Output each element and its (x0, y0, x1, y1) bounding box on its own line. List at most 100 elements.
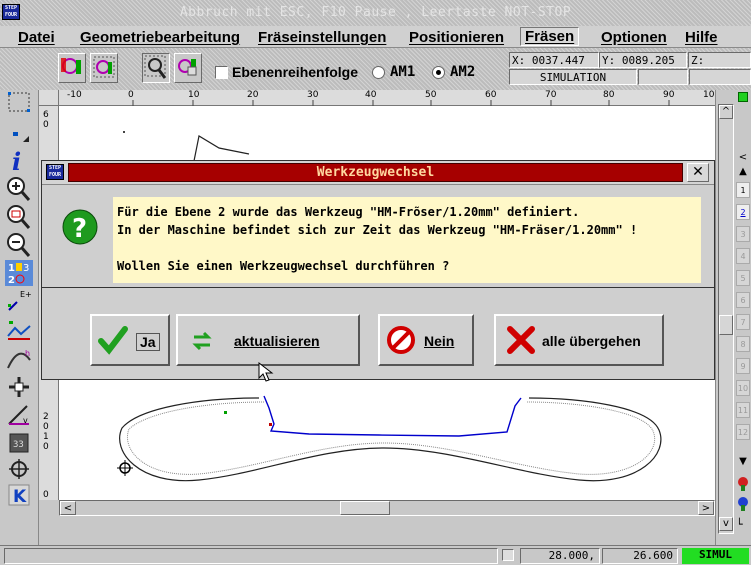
menu-hilfe[interactable]: Hilfe (685, 29, 718, 46)
layer-11[interactable]: 11 (736, 402, 750, 418)
update-button[interactable]: aktualisieren (176, 314, 360, 366)
svg-text:1: 1 (8, 263, 15, 274)
prohibit-icon (387, 326, 415, 354)
am2-radio[interactable] (432, 66, 445, 79)
layer-numbers-icon[interactable]: 132 (5, 260, 33, 286)
scroll-up-icon[interactable]: ^ (719, 105, 733, 119)
magnify-select-icon[interactable] (142, 53, 170, 83)
svg-text:K: K (13, 487, 27, 507)
dialog-title: Werkzeugwechsel (316, 165, 435, 180)
am2-label: AM2 (450, 64, 476, 80)
zoom-window-icon[interactable] (5, 204, 33, 230)
vruler-tick: 1 (43, 432, 49, 442)
skip-all-button[interactable]: alle übergehen (494, 314, 664, 366)
mode-display-2 (638, 69, 688, 85)
grid-snap-icon[interactable]: 33 (5, 430, 33, 456)
svg-text:i: i (12, 148, 21, 174)
hscroll-thumb[interactable] (340, 501, 390, 515)
no-button[interactable]: Nein (378, 314, 474, 366)
layer-5[interactable]: 5 (736, 270, 750, 286)
layer-up-icon[interactable]: < (736, 152, 750, 166)
menu-datei[interactable]: Datei (18, 29, 55, 46)
svg-text:3: 3 (23, 263, 29, 274)
status-indicator (502, 549, 514, 561)
select-rect-icon[interactable] (5, 90, 33, 116)
vruler-tick: 0 (43, 490, 49, 500)
measure-icon[interactable]: v (5, 402, 33, 428)
scroll-left-icon[interactable]: < (60, 501, 76, 515)
horizontal-scrollbar[interactable]: < > (59, 500, 715, 516)
status-mode: SIMUL (682, 548, 749, 564)
dialog-title-strip: Werkzeugwechsel (68, 163, 683, 182)
layer-4[interactable]: 4 (736, 248, 750, 264)
status-x: 28.000, (520, 548, 600, 564)
zoom-in-icon[interactable] (5, 176, 33, 202)
layer-12[interactable]: 12 (736, 424, 750, 440)
yes-label: Ja (136, 333, 160, 351)
corner-tool-icon[interactable]: └ (736, 518, 750, 534)
layer-1[interactable]: 1 (736, 182, 750, 198)
message-line-3: Wollen Sie einen Werkzeugwechsel durchfü… (117, 259, 450, 273)
menu-optionen[interactable]: Optionen (601, 29, 667, 46)
svg-text:33: 33 (13, 440, 24, 450)
tool-red-icon[interactable] (736, 476, 750, 492)
check-icon (98, 326, 128, 355)
layer-7[interactable]: 7 (736, 314, 750, 330)
dialog-message: Für die Ebene 2 wurde das Werkzeug "HM-F… (113, 197, 701, 283)
arc-tool-icon[interactable]: h (5, 346, 33, 372)
path-start-marker (224, 411, 227, 414)
layer-order-checkbox[interactable] (215, 66, 228, 79)
question-icon: ? (62, 209, 98, 245)
vertical-scrollbar[interactable]: ^ v (718, 104, 734, 534)
left-toolbar: i 132 E+ h v 33 K (0, 90, 39, 545)
skip-all-label: alle übergehen (542, 333, 641, 349)
vruler-tick: 0 (43, 442, 49, 452)
yes-button[interactable]: Ja (90, 314, 170, 366)
layer-2[interactable]: 2 (736, 204, 750, 220)
layer-8[interactable]: 8 (736, 336, 750, 352)
crosshair-icon[interactable] (5, 456, 33, 482)
zoom-out-icon[interactable] (5, 232, 33, 258)
layer-toggle-icon[interactable] (174, 53, 202, 83)
vruler-tick: 0 (43, 422, 49, 432)
layer-10[interactable]: 10 (736, 380, 750, 396)
layer-scroll-up-icon[interactable]: ▲ (736, 166, 750, 180)
menu-fraeseinstellungen[interactable]: Fräseinstellungen (258, 29, 386, 46)
point-tool-icon[interactable] (5, 122, 33, 148)
menu-geometriebearbeitung[interactable]: Geometriebearbeitung (80, 29, 240, 46)
mode-display: SIMULATION (509, 69, 637, 85)
app-title: Abbruch mit ESC, F10 Pause , Leertaste N… (179, 5, 572, 20)
dialog-logo-icon: STEP FOUR (46, 164, 64, 180)
am1-label: AM1 (390, 64, 416, 80)
tool-path (263, 395, 522, 437)
svg-text:2: 2 (8, 275, 15, 286)
scroll-right-icon[interactable]: > (698, 501, 714, 515)
mode-display-3 (689, 69, 751, 85)
select-layer-icon[interactable] (90, 53, 118, 83)
x-cross-icon (507, 326, 535, 354)
coord-x: X: 0037.447 (509, 52, 599, 68)
k-tool-icon[interactable]: K (5, 482, 33, 508)
no-label: Nein (424, 333, 455, 349)
layer-3[interactable]: 3 (736, 226, 750, 242)
layer-6[interactable]: 6 (736, 292, 750, 308)
tool-blue-icon[interactable] (736, 496, 750, 512)
path-edit-icon[interactable] (5, 316, 33, 342)
scroll-down-icon[interactable]: v (719, 517, 733, 531)
menu-fraesen[interactable]: Fräsen (520, 27, 580, 46)
update-label: aktualisieren (234, 333, 320, 349)
dialog-close-button[interactable]: ✕ (687, 163, 709, 182)
status-y: 26.600 (602, 548, 678, 564)
node-edit-icon[interactable]: E+ (5, 288, 33, 314)
zoom-layer-icon[interactable] (58, 53, 86, 83)
coord-z: Z: 015.000 (688, 52, 751, 80)
layer-9[interactable]: 9 (736, 358, 750, 374)
am1-radio[interactable] (372, 66, 385, 79)
menu-positionieren[interactable]: Positionieren (409, 29, 504, 46)
info-icon[interactable]: i (5, 147, 33, 176)
layer-scroll-down-icon[interactable]: ▼ (736, 456, 750, 470)
title-bar: STEP FOUR Abbruch mit ESC, F10 Pause , Le… (0, 0, 751, 26)
ruler-corner (39, 90, 59, 106)
vscroll-thumb[interactable] (719, 315, 733, 335)
move-cross-icon[interactable] (5, 374, 33, 400)
